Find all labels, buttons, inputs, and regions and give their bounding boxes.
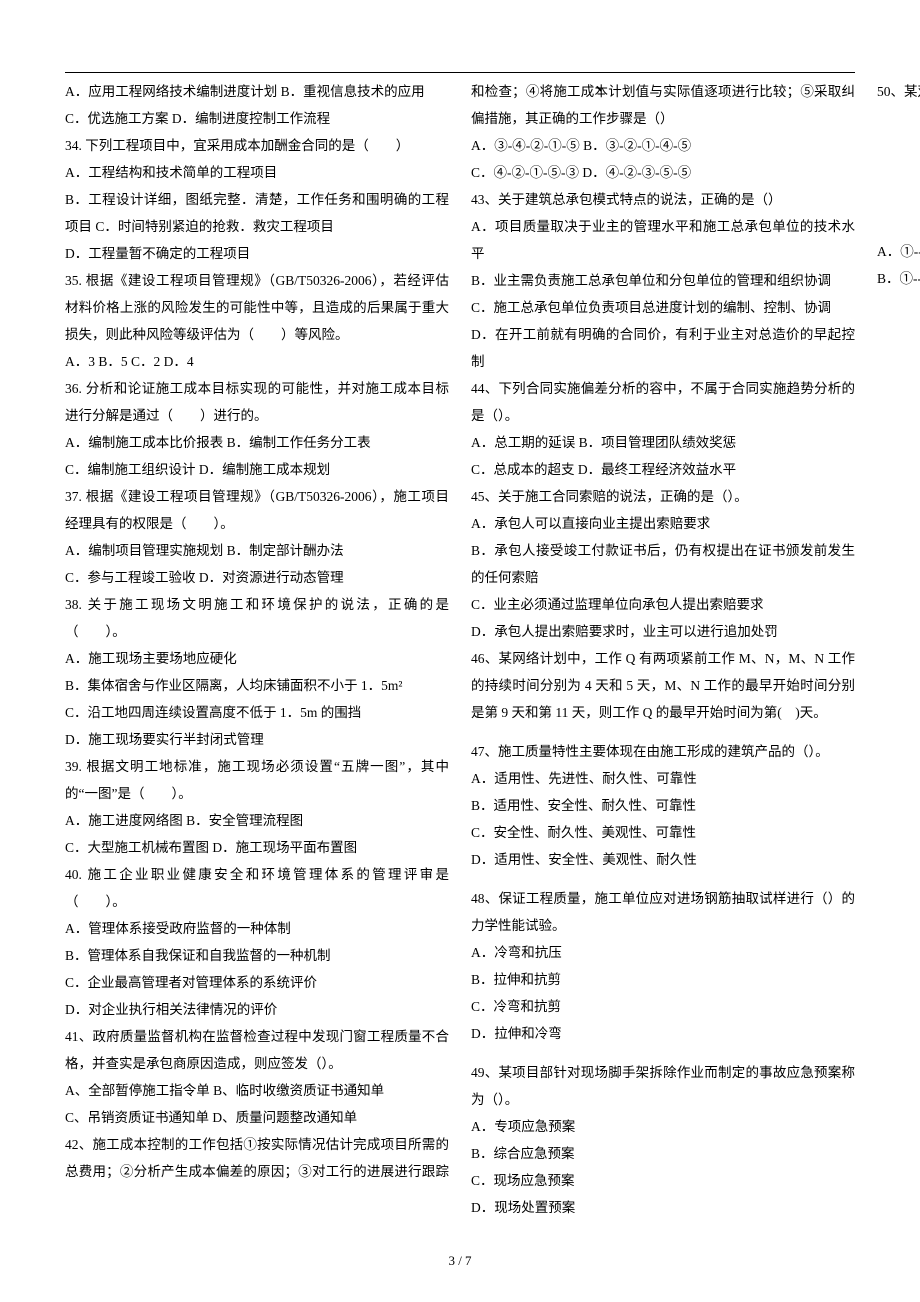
q44-opt-cd: C．总成本的超支 D．最终工程经济效益水平 xyxy=(471,456,855,483)
q43-opt-a: A．项目质量取决于业主的管理水平和施工总承包单位的技术水平 xyxy=(471,213,855,267)
q41-stem: 41、政府质量监督机构在监督检查过程中发现门窗工程质量不合格，并查实是承包商原因… xyxy=(65,1023,449,1077)
q50-stem: 50、某双代号网络计划如下图，其关键线路为（）。 xyxy=(877,78,920,105)
q50-opt-b: B．①--②--③--④--⑤--⑥ xyxy=(877,265,920,292)
q44-stem: 44、下列合同实施偏差分析的容中，不属于合同实施趋势分析的是（）。 xyxy=(471,375,855,429)
q38-stem: 38. 关于施工现场文明施工和环境保护的说法，正确的是（ ）。 xyxy=(65,591,449,645)
q39-stem: 39. 根据文明工地标准，施工现场必须设置“五牌一图”，其中的“一图”是（ ）。 xyxy=(65,753,449,807)
q43-opt-d: D．在开工前就有明确的合同价，有利于业主对总造价的早起控制 xyxy=(471,321,855,375)
q47-opt-a: A．适用性、先进性、耐久性、可靠性 xyxy=(471,765,855,792)
q41-opt-ab: A、全部暂停施工指令单 B、临时收缴资质证书通知单 xyxy=(65,1077,449,1104)
q36-stem: 36. 分析和论证施工成本目标实现的可能性，并对施工成本目标进行分解是通过（ ）… xyxy=(65,375,449,429)
q47-opt-d: D．适用性、安全性、美观性、耐久性 xyxy=(471,846,855,873)
q50-opt-a: A．①--②--⑤--⑥ xyxy=(877,238,920,265)
spacer xyxy=(471,726,855,738)
q49-stem: 49、某项目部针对现场脚手架拆除作业而制定的事故应急预案称为（）。 xyxy=(471,1059,855,1113)
q36-opt-ab: A．编制施工成本比价报表 B．编制工作任务分工表 xyxy=(65,429,449,456)
q47-opt-c: C．安全性、耐久性、美观性、可靠性 xyxy=(471,819,855,846)
q40-opt-d: D．对企业执行相关法律情况的评价 xyxy=(65,996,449,1023)
spacer xyxy=(471,1221,855,1233)
header-mark: 、 xyxy=(595,64,615,104)
q45-opt-a: A．承包人可以直接向业主提出索赔要求 xyxy=(471,510,855,537)
content-columns: A．应用工程网络技术编制进度计划 B．重视信息技术的应用 C．优选施工方案 D．… xyxy=(65,78,855,1234)
q39-opt-cd: C．大型施工机械布置图 D．施工现场平面布置图 xyxy=(65,834,449,861)
q38-opt-b: B．集体宿舍与作业区隔离，人均床铺面积不小于 1．5m² xyxy=(65,672,449,699)
q37-opt-ab: A．编制项目管理实施规划 B．制定部计酬办法 xyxy=(65,537,449,564)
q45-stem: 45、关于施工合同索赔的说法，正确的是（）。 xyxy=(471,483,855,510)
q34-opt-d: D．工程量暂不确定的工程项目 xyxy=(65,240,449,267)
q45-opt-d: D．承包人提出索赔要求时，业主可以进行追加处罚 xyxy=(471,618,855,645)
q40-opt-a: A．管理体系接受政府监督的一种体制 xyxy=(65,915,449,942)
q43-opt-b: B．业主需负责施工总承包单位和分包单位的管理和组织协调 xyxy=(471,267,855,294)
q37-opt-cd: C．参与工程竣工验收 D．对资源进行动态管理 xyxy=(65,564,449,591)
q38-opt-d: D．施工现场要实行半封闭式管理 xyxy=(65,726,449,753)
q48-opt-b: B．拉伸和抗剪 xyxy=(471,966,855,993)
q42-opt-cd: C．④-②-①-⑤-③ D．④-②-③-⑤-⑤ xyxy=(471,159,855,186)
q48-opt-a: A．冷弯和抗压 xyxy=(471,939,855,966)
q33-opt-ab: A．应用工程网络技术编制进度计划 B．重视信息技术的应用 xyxy=(65,78,449,105)
q45-opt-b: B．承包人接受竣工付款证书后，仍有权提出在证书颁发前发生的任何索赔 xyxy=(471,537,855,591)
q44-opt-ab: A．总工期的延误 B．项目管理团队绩效奖惩 xyxy=(471,429,855,456)
page-number: 3 / 7 xyxy=(0,1248,920,1274)
q45-opt-c: C．业主必须通过监理单位向承包人提出索赔要求 xyxy=(471,591,855,618)
q35-opts: A．3 B．5 C．2 D．4 xyxy=(65,348,449,375)
q49-opt-a: A．专项应急预案 xyxy=(471,1113,855,1140)
q43-stem: 43、关于建筑总承包模式特点的说法，正确的是（） xyxy=(471,186,855,213)
q36-opt-cd: C．编制施工组织设计 D．编制施工成本规划 xyxy=(65,456,449,483)
q37-stem: 37. 根据《建设工程项目管理规》（GB/T50326-2006），施工项目经理… xyxy=(65,483,449,537)
q34-opt-bc: B．工程设计详细，图纸完整．清楚，工作任务和围明确的工程项目 C．时间特别紧迫的… xyxy=(65,186,449,240)
spacer xyxy=(471,1047,855,1059)
q49-opt-c: C．现场应急预案 xyxy=(471,1167,855,1194)
header-rule xyxy=(65,72,855,73)
q47-stem: 47、施工质量特性主要体现在由施工形成的建筑产品的（）。 xyxy=(471,738,855,765)
q49-opt-b: B．综合应急预案 xyxy=(471,1140,855,1167)
q34-opt-a: A．工程结构和技术简单的工程项目 xyxy=(65,159,449,186)
q38-opt-a: A．施工现场主要场地应硬化 xyxy=(65,645,449,672)
spacer xyxy=(471,873,855,885)
q40-stem: 40. 施工企业职业健康安全和环境管理体系的管理评审是（ ）。 xyxy=(65,861,449,915)
q40-opt-c: C．企业最高管理者对管理体系的系统评价 xyxy=(65,969,449,996)
q33-opt-cd: C．优选施工方案 D．编制进度控制工作流程 xyxy=(65,105,449,132)
q39-opt-ab: A．施工进度网络图 B．安全管理流程图 xyxy=(65,807,449,834)
q43-opt-c: C．施工总承包单位负责项目总进度计划的编制、控制、协调 xyxy=(471,294,855,321)
q48-opt-c: C．冷弯和抗剪 xyxy=(471,993,855,1020)
q48-opt-d: D．拉伸和冷弯 xyxy=(471,1020,855,1047)
q41-opt-cd: C、吊销资质证书通知单 D、质量问题整改通知单 xyxy=(65,1104,449,1131)
q42-opt-ab: A．③-④-②-①-⑤ B．③-②-①-④-⑤ xyxy=(471,132,855,159)
q49-opt-d: D．现场处置预案 xyxy=(471,1194,855,1221)
q35-stem: 35. 根据《建设工程项目管理规》（GB/T50326-2006），若经评估材料… xyxy=(65,267,449,348)
q40-opt-b: B．管理体系自我保证和自我监督的一种机制 xyxy=(65,942,449,969)
q48-stem: 48、保证工程质量，施工单位应对进场钢筋抽取试样进行（）的力学性能试验。 xyxy=(471,885,855,939)
q47-opt-b: B．适用性、安全性、耐久性、可靠性 xyxy=(471,792,855,819)
q46-stem: 46、某网络计划中，工作 Q 有两项紧前工作 M、N，M、N 工作的持续时间分别… xyxy=(471,645,855,726)
q38-opt-c: C．沿工地四周连续设置高度不低于 1．5m 的围挡 xyxy=(65,699,449,726)
q34-stem: 34. 下列工程项目中，宜采用成本加酬金合同的是（ ） xyxy=(65,132,449,159)
